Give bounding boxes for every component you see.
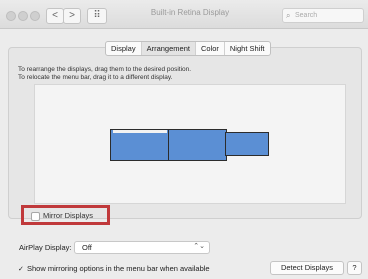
show-mirroring-label: Show mirroring options in the menu bar w… <box>27 264 210 273</box>
show-all-grid-button[interactable]: ⠿ <box>87 8 107 24</box>
airplay-display-label: AirPlay Display: <box>19 243 72 252</box>
display-arrangement-area[interactable] <box>34 84 346 204</box>
display-1[interactable] <box>110 129 170 161</box>
tab-display[interactable]: Display <box>106 42 142 55</box>
grid-icon: ⠿ <box>93 10 101 21</box>
mirror-displays-label: Mirror Displays <box>43 211 94 220</box>
detect-displays-button[interactable]: Detect Displays <box>270 261 344 275</box>
display-2[interactable] <box>168 129 227 161</box>
menu-bar-indicator[interactable] <box>113 130 167 133</box>
tab-bar: Display Arrangement Color Night Shift <box>105 41 271 56</box>
airplay-display-value: Off <box>82 243 92 252</box>
close-window-button[interactable] <box>6 11 16 21</box>
back-button[interactable]: < <box>46 8 64 24</box>
zoom-window-button[interactable] <box>30 11 40 21</box>
chevron-updown-icon: ⌃⌄ <box>193 243 205 250</box>
mirror-displays-checkbox[interactable] <box>31 212 40 221</box>
instruction-line-1: To rearrange the displays, drag them to … <box>18 66 192 73</box>
instruction-line-2: To relocate the menu bar, drag it to a d… <box>18 74 173 81</box>
show-mirroring-checkbox[interactable]: ✓ <box>18 265 24 273</box>
search-field[interactable]: ⌕ Search <box>282 8 364 23</box>
search-icon: ⌕ <box>286 11 291 20</box>
tab-arrangement[interactable]: Arrangement <box>141 42 196 55</box>
minimize-window-button[interactable] <box>18 11 28 21</box>
display-3[interactable] <box>225 132 269 156</box>
help-button[interactable]: ? <box>347 261 362 275</box>
arrangement-instructions: To rearrange the displays, drag them to … <box>18 66 191 82</box>
forward-button[interactable]: > <box>63 8 81 24</box>
tab-night-shift[interactable]: Night Shift <box>225 42 270 55</box>
airplay-display-select[interactable]: Off ⌃⌄ <box>74 241 210 254</box>
window-title: Built-in Retina Display <box>150 8 230 17</box>
window-titlebar: < > ⠿ Built-in Retina Display ⌕ Search <box>0 0 368 29</box>
tab-color[interactable]: Color <box>196 42 225 55</box>
search-placeholder: Search <box>295 12 318 19</box>
